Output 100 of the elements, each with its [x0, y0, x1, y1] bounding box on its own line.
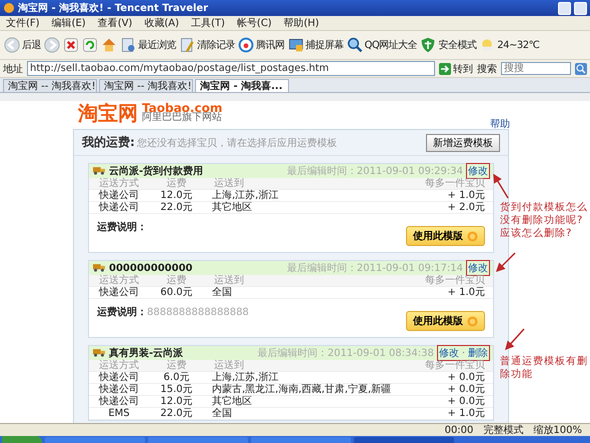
table-cell-text: 12.0元	[159, 190, 194, 201]
column-header: 运费	[166, 275, 188, 286]
separator: ·	[462, 348, 465, 358]
menu-item[interactable]: 编辑(E)	[52, 16, 86, 30]
annotation-text: 普通运费模板有删除功能	[500, 355, 588, 381]
menu-item[interactable]: 收藏(A)	[144, 16, 179, 30]
table-cell-text: + 0.0元	[446, 384, 486, 395]
home-icon[interactable]	[101, 37, 117, 53]
column-header: 每多一件宝贝	[424, 178, 486, 189]
table-cell-text: 15.0元	[159, 384, 194, 395]
hint-text: 您还没有选择宝贝，请在选择后应用运费模板	[136, 136, 338, 150]
go-button[interactable]: 转到	[453, 62, 473, 76]
use-template-button[interactable]: 使用此模版	[406, 226, 485, 246]
back-icon[interactable]	[4, 37, 20, 53]
section-title: 我的运费:	[82, 134, 135, 151]
action-link[interactable]: 修改	[438, 346, 459, 360]
table-cell-text: + 1.0元	[446, 408, 486, 419]
toolbar-label[interactable]: QQ网址大全	[364, 38, 418, 52]
table-cell-text: 6.0元	[162, 372, 190, 383]
action-link[interactable]: 修改	[468, 164, 488, 178]
table-cell-text: EMS	[107, 408, 131, 419]
column-header: 运送方式	[98, 275, 140, 286]
arrow-icon[interactable]	[439, 62, 451, 74]
refresh-icon[interactable]	[82, 37, 98, 53]
column-header: 运费	[166, 178, 188, 189]
history-icon[interactable]	[120, 37, 136, 53]
browser-tab[interactable]: 淘宝网 - 淘我喜...	[195, 79, 289, 92]
broom-icon[interactable]	[179, 37, 195, 53]
table-cell-text: 快递公司	[98, 384, 140, 395]
table-cell-text: 快递公司	[98, 202, 140, 213]
edit-time: 最后编辑时间：2011-09-01 09:17:14	[286, 262, 463, 275]
column-header: 运送方式	[98, 360, 140, 371]
column-header: 每多一件宝贝	[424, 360, 486, 371]
template-name: 真有男装-云尚派	[109, 346, 184, 360]
column-header: 运送到	[213, 275, 245, 286]
use-template-button[interactable]: 使用此模版	[406, 311, 485, 331]
forward-icon[interactable]	[44, 37, 60, 53]
zoom-level[interactable]: 缩放100%	[533, 423, 582, 437]
menu-item[interactable]: 查看(V)	[98, 16, 132, 30]
table-cell-text: + 0.0元	[446, 396, 486, 407]
logo-subtitle: Taobao.com	[142, 103, 222, 113]
shield-icon[interactable]	[420, 37, 436, 53]
coin-icon	[467, 316, 478, 326]
menu-item[interactable]: 帐号(C)	[236, 16, 272, 30]
search-icon[interactable]	[346, 37, 362, 53]
table-cell-text: 快递公司	[98, 396, 140, 407]
table-cell-text: 22.0元	[159, 408, 194, 419]
truck-icon	[93, 167, 105, 175]
arrow	[496, 252, 516, 272]
toolbar-label[interactable]: 清除记录	[197, 38, 235, 52]
browser-tab[interactable]: 淘宝网 -- 淘我喜欢!	[3, 79, 97, 92]
address-label: 地址	[3, 62, 23, 76]
browser-tab[interactable]: 淘宝网 -- 淘我喜欢!	[99, 79, 193, 92]
action-link[interactable]: 修改	[468, 261, 488, 275]
window-title: 淘宝网 - 淘我喜欢! - Tencent Traveler	[18, 1, 210, 15]
arrow	[505, 328, 525, 350]
table-cell-text: 快递公司	[98, 190, 140, 201]
menu-item[interactable]: 帮助(H)	[284, 16, 320, 30]
edit-time: 最后编辑时间：2011-09-01 08:34:38	[258, 346, 434, 360]
column-header: 每多一件宝贝	[424, 275, 486, 286]
table-cell-text: 上海,江苏,浙江	[211, 372, 280, 383]
toolbar-label[interactable]: 安全模式	[438, 38, 476, 52]
table-cell-text: 快递公司	[98, 372, 140, 383]
edit-time: 最后编辑时间：2011-09-01 09:29:34	[286, 164, 463, 178]
note-text: 运费说明：8888888888888888	[97, 306, 249, 319]
toolbar-label[interactable]: 腾讯网	[256, 38, 284, 52]
arrow	[493, 174, 509, 198]
table-cell-text: 内蒙古,黑龙江,海南,西藏,甘肃,宁夏,新疆	[211, 384, 392, 395]
table-cell-text: 全国	[211, 287, 233, 298]
action-link[interactable]: 删除	[468, 346, 488, 360]
minimize-button[interactable]	[558, 2, 571, 14]
table-cell-text: + 1.0元	[446, 287, 486, 298]
truck-icon	[93, 264, 105, 272]
address-field[interactable]: http://sell.taobao.com/mytaobao/postage/list_postages.htm	[27, 61, 435, 76]
template-name: 云尚派-货到付款费用	[109, 164, 204, 178]
menu-item[interactable]: 工具(T)	[191, 16, 225, 30]
toolbar-label[interactable]: 后退	[22, 38, 41, 52]
search-icon[interactable]	[575, 62, 587, 74]
toolbar-label[interactable]: 捕捉屏幕	[306, 38, 344, 52]
truck-icon	[93, 349, 105, 357]
annotation-text: 货到付款模板怎么没有删除功能呢?应该怎么删除?	[500, 201, 588, 240]
close-icon[interactable]	[63, 37, 79, 53]
coin-icon	[467, 230, 478, 242]
table-cell-text: + 2.0元	[446, 202, 486, 213]
column-header: 运送到	[213, 178, 245, 189]
help-link[interactable]: 帮助	[490, 117, 510, 131]
toolbar-label[interactable]: 24~32℃	[497, 40, 540, 50]
toolbar-label[interactable]: 最近浏览	[138, 38, 176, 52]
table-cell-text: + 1.0元	[446, 190, 486, 201]
screen-icon[interactable]	[288, 37, 304, 53]
search-field[interactable]: 搜搜	[501, 62, 571, 75]
table-cell-text: 12.0元	[159, 396, 194, 407]
maximize-button[interactable]	[574, 2, 587, 14]
table-cell-text: 其它地区	[211, 396, 253, 407]
column-header: 运送到	[213, 360, 245, 371]
logo-tagline: 阿里巴巴旗下网站	[142, 113, 222, 123]
menu-item[interactable]: 文件(F)	[6, 16, 40, 30]
table-cell-text: 上海,江苏,浙江	[211, 190, 280, 201]
new-template-button[interactable]: 新增运费模板	[426, 134, 500, 152]
status-mode[interactable]: 完整模式	[483, 423, 524, 437]
